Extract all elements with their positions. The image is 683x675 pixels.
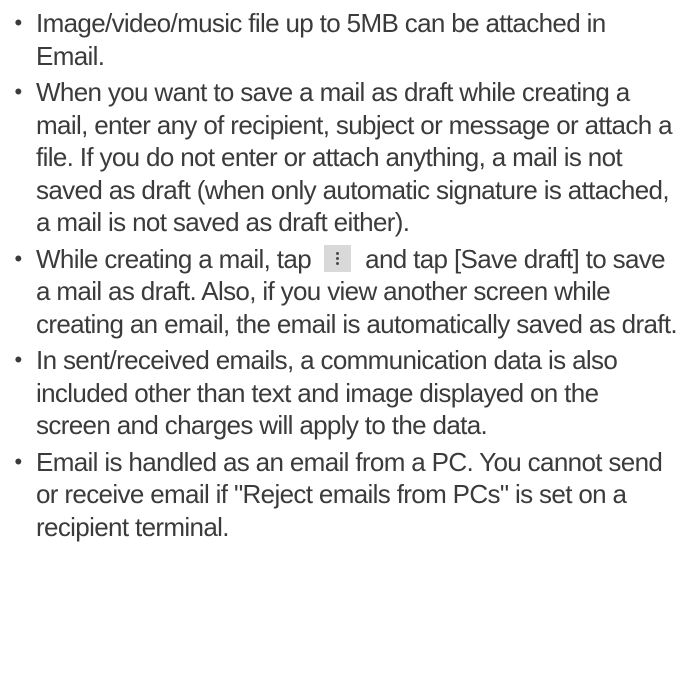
menu-overflow-icon <box>323 244 351 272</box>
note-text: Email is handled as an email from a PC. … <box>36 446 663 542</box>
note-text: When you want to save a mail as draft wh… <box>36 77 673 237</box>
note-item: • When you want to save a mail as draft … <box>6 76 677 239</box>
note-item: • While creating a mail, tap and tap [Sa… <box>6 243 677 341</box>
document-page: • Image/video/music file up to 5MB can b… <box>0 0 683 675</box>
bullet: • <box>14 79 22 104</box>
notes-list: • Image/video/music file up to 5MB can b… <box>6 7 677 543</box>
note-text: In sent/received emails, a communication… <box>36 345 618 440</box>
bullet: • <box>14 347 22 372</box>
bullet: • <box>14 245 22 271</box>
bullet: • <box>14 448 22 474</box>
note-text-before-icon: While creating a mail, tap <box>36 243 312 274</box>
note-text: Image/video/music file up to 5MB can be … <box>36 8 606 71</box>
note-item: • Email is handled as an email from a PC… <box>6 446 677 544</box>
bullet: • <box>14 10 22 35</box>
note-item: • In sent/received emails, a communicati… <box>6 344 677 442</box>
note-item: • Image/video/music file up to 5MB can b… <box>6 7 677 72</box>
